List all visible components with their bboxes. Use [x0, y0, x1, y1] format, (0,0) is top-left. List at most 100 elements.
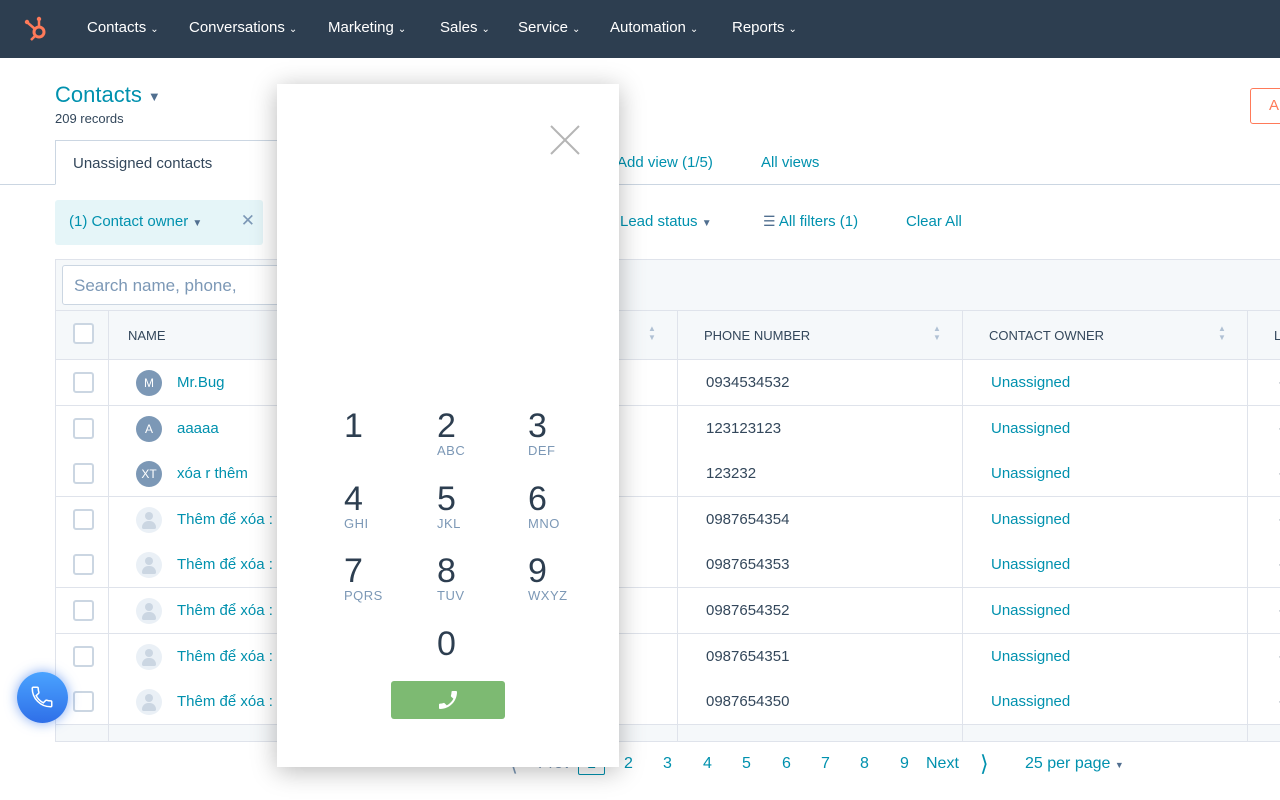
row-checkbox[interactable]: [73, 508, 94, 530]
nav-reports[interactable]: Reports ⌄: [732, 19, 797, 36]
contact-name-link[interactable]: Thêm để xóa :: [177, 511, 273, 528]
table-row: Thêm để xóa : 0987654350 Unassigned -: [56, 679, 1280, 726]
contact-name-link[interactable]: xóa r thêm: [177, 465, 248, 482]
contact-owner-filter[interactable]: (1) Contact owner ▼ ✕: [55, 200, 263, 245]
table-row: Thêm để xóa : 0987654352 Unassigned -: [56, 588, 1280, 634]
column-divider: [962, 310, 963, 741]
contact-owner[interactable]: Unassigned: [991, 511, 1070, 528]
floating-call-button[interactable]: [17, 672, 68, 723]
dial-digit: 1: [344, 407, 363, 445]
page-9[interactable]: 9: [900, 755, 909, 773]
dial-key-4[interactable]: 4 GHI: [344, 482, 414, 531]
contact-name-link[interactable]: aaaaa: [177, 420, 219, 437]
contact-owner[interactable]: Unassigned: [991, 602, 1070, 619]
close-icon[interactable]: ✕: [241, 211, 255, 231]
all-views-link[interactable]: All views: [761, 154, 819, 171]
page-2[interactable]: 2: [624, 755, 633, 773]
tab-unassigned-contacts[interactable]: Unassigned contacts: [55, 140, 285, 185]
contact-name-link[interactable]: Thêm để xóa :: [177, 556, 273, 573]
dial-key-9[interactable]: 9 WXYZ: [528, 554, 598, 603]
close-icon[interactable]: [549, 124, 581, 156]
column-phone[interactable]: PHONE NUMBER: [704, 328, 810, 343]
page-6[interactable]: 6: [782, 755, 791, 773]
row-checkbox[interactable]: [73, 417, 94, 439]
dial-key-3[interactable]: 3 DEF: [528, 409, 598, 458]
column-next[interactable]: L: [1274, 328, 1280, 343]
nav-contacts[interactable]: Contacts ⌄: [87, 19, 159, 36]
caret-down-icon: ▼: [147, 88, 161, 104]
nav-service[interactable]: Service ⌄: [518, 19, 580, 36]
sort-icon[interactable]: ▲ ▼: [648, 324, 656, 342]
lead-status-filter[interactable]: Lead status ▼: [620, 213, 712, 230]
caret-down-icon: ▼: [192, 218, 203, 229]
row-checkbox[interactable]: [73, 372, 94, 393]
contact-owner[interactable]: Unassigned: [991, 420, 1070, 437]
chevron-down-icon: ⌄: [288, 24, 298, 35]
dial-key-2[interactable]: 2 ABC: [437, 409, 507, 458]
contact-owner[interactable]: Unassigned: [991, 374, 1070, 391]
chevron-down-icon: ⌄: [572, 24, 581, 35]
call-button[interactable]: [391, 681, 505, 719]
dial-digit: 0: [437, 625, 456, 663]
select-all-checkbox[interactable]: [73, 323, 94, 344]
row-checkbox[interactable]: [73, 463, 94, 485]
search-input[interactable]: Search name, phone,: [62, 265, 292, 305]
dial-key-1[interactable]: 1: [344, 409, 414, 443]
dial-digit: 2: [437, 407, 456, 445]
row-checkbox[interactable]: [73, 691, 94, 713]
table-row: Thêm để xóa : 0987654354 Unassigned -: [56, 496, 1280, 543]
page-8[interactable]: 8: [860, 755, 869, 773]
page-7[interactable]: 7: [821, 755, 830, 773]
nav-automation[interactable]: Automation ⌄: [610, 19, 698, 36]
row-checkbox[interactable]: [73, 554, 94, 576]
per-page-select[interactable]: 25 per page ▼: [1025, 755, 1124, 773]
dial-key-7[interactable]: 7 PQRS: [344, 554, 414, 603]
chevron-down-icon: ⌄: [150, 24, 159, 35]
contact-name-link[interactable]: Thêm để xóa :: [177, 602, 273, 619]
dial-letters: PQRS: [344, 588, 383, 603]
column-name[interactable]: NAME: [128, 328, 166, 343]
phone-number: 0934534532: [706, 374, 790, 391]
phone-icon: [439, 691, 457, 709]
nav-marketing[interactable]: Marketing ⌄: [328, 19, 406, 36]
header-action-button[interactable]: A: [1250, 88, 1280, 124]
dial-letters: ABC: [437, 443, 466, 458]
contact-owner[interactable]: Unassigned: [991, 648, 1070, 665]
nav-sales[interactable]: Sales ⌄: [440, 19, 490, 36]
sort-icon[interactable]: ▲ ▼: [1218, 324, 1226, 342]
table-row: M Mr.Bug 0934534532 Unassigned -: [56, 360, 1280, 406]
page-title[interactable]: Contacts ▼: [55, 82, 161, 108]
avatar-placeholder-icon: [136, 552, 162, 579]
row-checkbox[interactable]: [73, 645, 94, 667]
clear-all-link[interactable]: Clear All: [906, 213, 962, 230]
avatar-placeholder-icon: [136, 643, 162, 670]
next-page-button[interactable]: Next: [926, 755, 959, 773]
table-row: Thêm để xóa : 0987654353 Unassigned -: [56, 542, 1280, 589]
dial-key-5[interactable]: 5 JKL: [437, 482, 507, 531]
page-3[interactable]: 3: [663, 755, 672, 773]
sort-icon[interactable]: ▲ ▼: [933, 324, 941, 342]
caret-down-icon: ▼: [701, 218, 712, 229]
all-filters-button[interactable]: ☰ All filters (1): [763, 213, 858, 230]
avatar-placeholder-icon: [136, 506, 162, 533]
dial-key-0[interactable]: 0: [437, 627, 507, 661]
contact-owner[interactable]: Unassigned: [991, 556, 1070, 573]
page-4[interactable]: 4: [703, 755, 712, 773]
contact-name-link[interactable]: Thêm để xóa :: [177, 693, 273, 710]
page-5[interactable]: 5: [742, 755, 751, 773]
column-contact-owner[interactable]: CONTACT OWNER: [989, 328, 1104, 343]
contact-name-link[interactable]: Mr.Bug: [177, 374, 225, 391]
contact-name-link[interactable]: Thêm để xóa :: [177, 648, 273, 665]
row-checkbox[interactable]: [73, 600, 94, 621]
column-divider: [108, 310, 109, 741]
hubspot-logo-icon[interactable]: [22, 14, 52, 44]
phone-number: 0987654351: [706, 647, 790, 665]
nav-conversations[interactable]: Conversations ⌄: [189, 19, 297, 36]
chevron-right-icon[interactable]: ⟩: [980, 751, 989, 777]
dial-key-6[interactable]: 6 MNO: [528, 482, 598, 531]
dial-digit: 8: [437, 552, 456, 590]
contact-owner[interactable]: Unassigned: [991, 693, 1070, 710]
contact-owner[interactable]: Unassigned: [991, 465, 1070, 482]
add-view-link[interactable]: Add view (1/5): [617, 154, 713, 171]
dial-key-8[interactable]: 8 TUV: [437, 554, 507, 603]
